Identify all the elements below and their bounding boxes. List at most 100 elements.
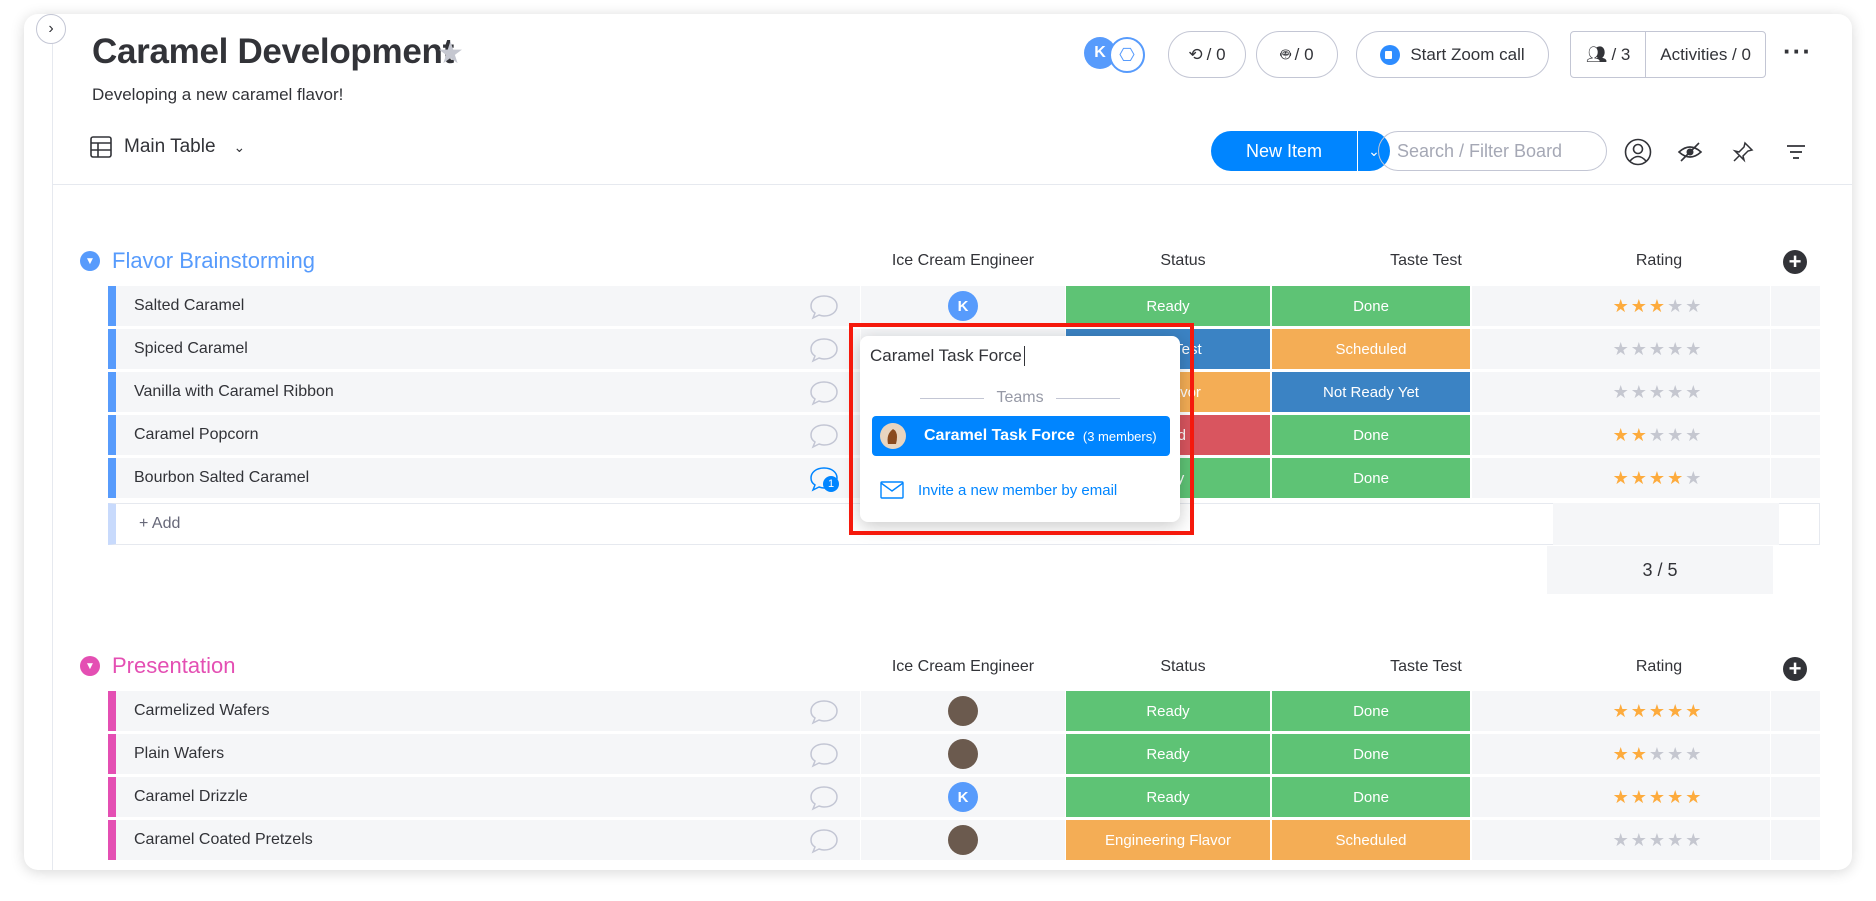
board-title[interactable]: Caramel Development (92, 32, 454, 72)
item-name[interactable]: Caramel Coated Pretzels (134, 820, 313, 860)
rating-cell[interactable]: ★ ★ ★ ★ ★ (1546, 820, 1770, 860)
engineer-cell[interactable]: K (860, 286, 1066, 326)
main-table-tab[interactable]: Main Table ⌄ (90, 136, 245, 158)
activities-button[interactable]: Activities / 0 (1646, 32, 1765, 77)
rating-star-icon[interactable]: ★ (1613, 744, 1631, 765)
rating-cell[interactable]: ★ ★ ★ ★ ★ (1546, 734, 1770, 774)
rating-star-icon[interactable]: ★ (1613, 296, 1631, 317)
rating-star-icon[interactable]: ★ (1631, 744, 1649, 765)
filter-icon[interactable] (1780, 136, 1812, 168)
column-header-engineer[interactable]: Ice Cream Engineer (860, 252, 1066, 270)
rating-cell[interactable]: ★ ★ ★ ★ ★ (1546, 372, 1770, 412)
engineer-cell[interactable]: K (860, 777, 1066, 817)
rating-star-icon[interactable]: ★ (1631, 382, 1649, 403)
column-header-rating[interactable]: Rating (1546, 658, 1772, 676)
taste-test-cell[interactable]: Done (1272, 734, 1472, 774)
person-avatar[interactable]: K (948, 782, 978, 812)
item-name[interactable]: Plain Wafers (134, 734, 224, 774)
rating-star-icon[interactable]: ★ (1685, 744, 1703, 765)
rating-cell[interactable]: ★ ★ ★ ★ ★ (1546, 415, 1770, 455)
rating-star-icon[interactable]: ★ (1667, 468, 1685, 489)
rating-star-icon[interactable]: ★ (1649, 382, 1667, 403)
more-options-icon[interactable]: ··· (1783, 36, 1812, 67)
rating-star-icon[interactable]: ★ (1667, 382, 1685, 403)
rating-star-icon[interactable]: ★ (1613, 382, 1631, 403)
comment-bubble-icon[interactable] (809, 294, 839, 320)
column-header-taste[interactable]: Taste Test (1306, 658, 1546, 676)
rating-star-icon[interactable]: ★ (1649, 701, 1667, 722)
rating-star-icon[interactable]: ★ (1613, 468, 1631, 489)
comment-bubble-icon[interactable] (809, 380, 839, 406)
rating-star-icon[interactable]: ★ (1613, 701, 1631, 722)
item-name[interactable]: Spiced Caramel (134, 329, 248, 369)
item-name[interactable]: Caramel Popcorn (134, 415, 259, 455)
table-row[interactable]: Plain Wafers Ready Done ★ ★ ★ ★ ★ (108, 734, 1820, 775)
rating-star-icon[interactable]: ★ (1685, 296, 1703, 317)
column-header-rating[interactable]: Rating (1546, 252, 1772, 270)
taste-test-cell[interactable]: Done (1272, 415, 1472, 455)
new-item-button[interactable]: New Item (1211, 131, 1357, 171)
rating-star-icon[interactable]: ★ (1667, 701, 1685, 722)
rating-star-icon[interactable]: ★ (1685, 468, 1703, 489)
board-description[interactable]: Developing a new caramel flavor! (92, 85, 343, 105)
rating-star-icon[interactable]: ★ (1685, 701, 1703, 722)
rating-star-icon[interactable]: ★ (1667, 339, 1685, 360)
group-title[interactable]: Presentation (112, 653, 236, 679)
rating-star-icon[interactable]: ★ (1631, 296, 1649, 317)
engineer-cell[interactable] (860, 734, 1066, 774)
rating-star-icon[interactable]: ★ (1631, 701, 1649, 722)
rating-star-icon[interactable]: ★ (1667, 744, 1685, 765)
taste-test-cell[interactable]: Done (1272, 691, 1472, 731)
comment-bubble-icon[interactable] (809, 828, 839, 854)
taste-test-cell[interactable]: Done (1272, 777, 1472, 817)
comment-bubble-icon[interactable] (809, 742, 839, 768)
item-name[interactable]: Bourbon Salted Caramel (134, 458, 309, 498)
group-title[interactable]: Flavor Brainstorming (112, 248, 315, 274)
rating-star-icon[interactable]: ★ (1685, 382, 1703, 403)
taste-test-cell[interactable]: Not Ready Yet (1272, 372, 1472, 412)
rating-star-icon[interactable]: ★ (1667, 830, 1685, 851)
pin-icon[interactable] (1727, 136, 1759, 168)
table-row[interactable]: Caramel Coated Pretzels Engineering Flavo… (108, 820, 1820, 861)
column-header-engineer[interactable]: Ice Cream Engineer (860, 658, 1066, 676)
rating-star-icon[interactable]: ★ (1667, 425, 1685, 446)
item-name[interactable]: Salted Caramel (134, 286, 244, 326)
item-name[interactable]: Carmelized Wafers (134, 691, 269, 731)
add-column-icon[interactable]: + (1783, 657, 1807, 681)
status-cell[interactable]: Ready (1066, 734, 1272, 774)
comment-bubble-icon[interactable] (809, 423, 839, 449)
automations-button[interactable]: 🤖︎/ 0 (1256, 31, 1338, 78)
taste-test-cell[interactable]: Scheduled (1272, 820, 1472, 860)
rating-star-icon[interactable]: ★ (1613, 830, 1631, 851)
item-name[interactable]: Caramel Drizzle (134, 777, 248, 817)
expand-sidebar-button[interactable]: › (36, 14, 66, 44)
rating-cell[interactable]: ★ ★ ★ ★ ★ (1546, 329, 1770, 369)
rating-star-icon[interactable]: ★ (1631, 425, 1649, 446)
search-filter-input[interactable]: Search / Filter Board (1378, 131, 1607, 171)
item-name[interactable]: Vanilla with Caramel Ribbon (134, 372, 334, 412)
rating-star-icon[interactable]: ★ (1667, 296, 1685, 317)
rating-star-icon[interactable]: ★ (1613, 425, 1631, 446)
comment-bubble-icon[interactable]: 1 (809, 466, 839, 492)
taste-test-cell[interactable]: Done (1272, 286, 1472, 326)
rating-star-icon[interactable]: ★ (1667, 787, 1685, 808)
group-header-flavor[interactable]: ▼ Flavor Brainstorming (80, 248, 315, 274)
rating-star-icon[interactable]: ★ (1649, 296, 1667, 317)
rating-star-icon[interactable]: ★ (1685, 830, 1703, 851)
status-cell[interactable]: Engineering Flavor (1066, 820, 1272, 860)
rating-star-icon[interactable]: ★ (1649, 468, 1667, 489)
engineer-cell[interactable] (860, 691, 1066, 731)
integrations-button[interactable]: ⟲/ 0 (1168, 31, 1246, 78)
favorite-star-icon[interactable]: ★ (437, 36, 464, 71)
rating-star-icon[interactable]: ★ (1685, 425, 1703, 446)
person-photo-avatar[interactable] (948, 825, 978, 855)
column-header-status[interactable]: Status (1060, 658, 1306, 676)
hide-columns-icon[interactable] (1674, 136, 1706, 168)
person-photo-avatar[interactable] (948, 739, 978, 769)
rating-cell[interactable]: ★ ★ ★ ★ ★ (1546, 777, 1770, 817)
column-header-taste[interactable]: Taste Test (1306, 252, 1546, 270)
rating-star-icon[interactable]: ★ (1631, 468, 1649, 489)
status-cell[interactable]: Ready (1066, 286, 1272, 326)
collapse-group-icon[interactable]: ▼ (80, 656, 100, 676)
rating-star-icon[interactable]: ★ (1649, 339, 1667, 360)
